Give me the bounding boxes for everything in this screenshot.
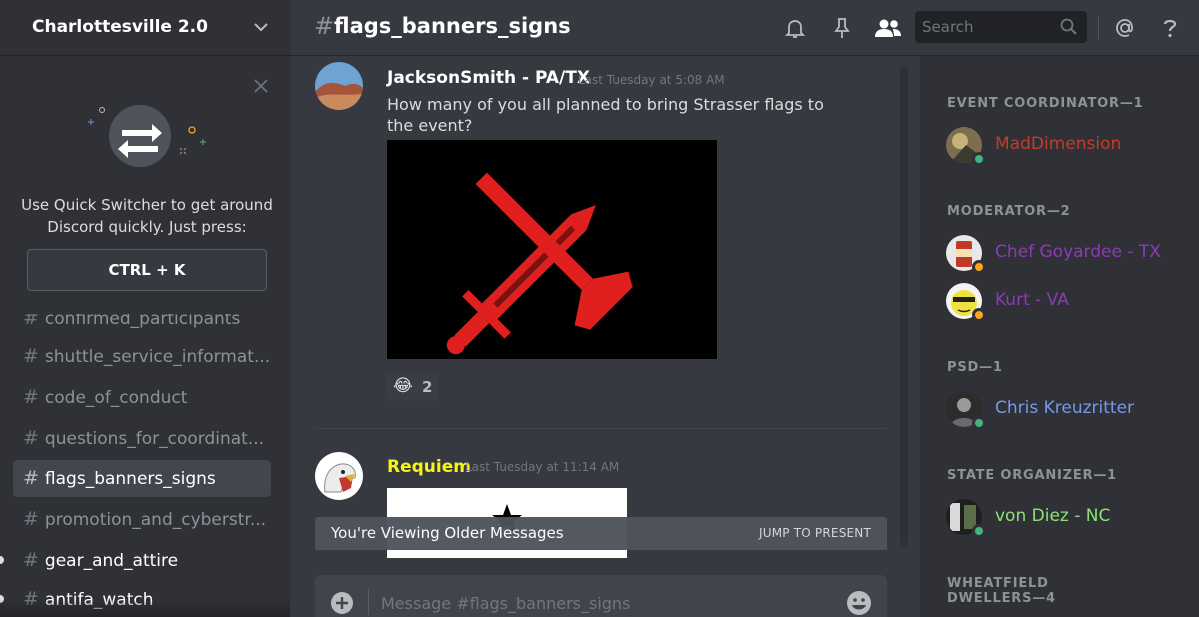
header-divider [1098, 16, 1099, 40]
members-icon[interactable] [873, 16, 903, 40]
channel-label: promotion_and_cyberstr... [44, 510, 267, 530]
member-name: Kurt - VA [995, 290, 1069, 310]
scrollbar[interactable] [900, 66, 908, 546]
server-name: Charlottesville 2.0 [32, 17, 208, 37]
search-placeholder: Search [922, 18, 974, 36]
hash-icon: # [314, 12, 335, 40]
reaction-count: 2 [422, 378, 433, 396]
help-icon[interactable] [1158, 16, 1182, 40]
member-item[interactable]: MadDimension [946, 123, 1196, 167]
role-header: MODERATOR—2 [947, 204, 1071, 219]
member-list: EVENT COORDINATOR—1 MadDimension MODERAT… [920, 56, 1199, 617]
avatar[interactable] [315, 62, 363, 110]
quick-switcher-popup: Use Quick Switcher to get around Discord… [0, 62, 290, 314]
message-text: How many of you all planned to bring Str… [387, 95, 824, 135]
online-status-icon [972, 416, 986, 430]
idle-status-icon [972, 260, 986, 274]
channel-label: flags_banners_signs [44, 469, 216, 489]
member-name: von Diez - NC [995, 506, 1111, 526]
channel-item-flags-banners-signs[interactable]: # flags_banners_signs [13, 460, 271, 497]
message-divider [315, 428, 887, 429]
member-item[interactable]: Kurt - VA [946, 279, 1196, 323]
quick-switcher-illustration [88, 105, 206, 167]
role-header: PSD—1 [947, 360, 1003, 375]
older-messages-banner[interactable]: You're Viewing Older Messages JUMP TO PR… [315, 517, 887, 550]
channel-label: gear_and_attire [44, 551, 179, 571]
member-item[interactable]: Chris Kreuzritter [946, 387, 1196, 431]
unread-indicator [0, 556, 4, 564]
hash-icon: # [23, 467, 39, 489]
channel-header: # flags_banners_signs Search [290, 0, 1199, 56]
idle-status-icon [972, 308, 986, 322]
laughing-emoji-icon: 😂 [393, 376, 413, 396]
online-status-icon [972, 524, 986, 538]
avatar[interactable] [315, 452, 363, 500]
message-timestamp: Last Tuesday at 11:14 AM [465, 460, 620, 474]
hash-icon: # [23, 427, 39, 449]
server-header[interactable]: Charlottesville 2.0 [0, 0, 290, 56]
quick-switcher-shortcut-button[interactable]: CTRL + K [27, 249, 267, 291]
channel-label: code_of_conduct [44, 388, 188, 408]
channel-title: flags_banners_signs [334, 14, 571, 38]
channel-item-gear-and-attire[interactable]: # gear_and_attire [13, 542, 271, 579]
search-input[interactable]: Search [915, 11, 1087, 43]
jump-to-present-button[interactable]: JUMP TO PRESENT [759, 526, 871, 540]
at-icon[interactable] [1113, 16, 1137, 40]
hash-icon: # [23, 549, 39, 571]
message-composer [315, 575, 887, 617]
message-image-attachment[interactable] [387, 140, 717, 359]
sidebar-shadow [0, 600, 290, 617]
role-header: WHEATFIELD DWELLERS—4 [947, 576, 1056, 606]
channel-label: questions_for_coordinat... [44, 429, 265, 449]
add-attachment-icon[interactable] [330, 591, 354, 615]
online-status-icon [972, 152, 986, 166]
member-item[interactable]: von Diez - NC [946, 495, 1196, 539]
hash-icon: # [23, 345, 39, 367]
message-list[interactable]: JacksonSmith - PA/TX Last Tuesday at 5:0… [290, 56, 910, 617]
emoji-icon[interactable] [845, 589, 873, 617]
member-item[interactable]: Chef Goyardee - TX [946, 231, 1196, 275]
search-icon [1060, 18, 1077, 35]
message-author[interactable]: Requiem [387, 457, 471, 477]
role-header: EVENT COORDINATOR—1 [947, 96, 1144, 111]
older-messages-text: You're Viewing Older Messages [331, 524, 564, 542]
channel-label: shuttle_service_informat... [44, 347, 271, 367]
message-timestamp: Last Tuesday at 5:08 AM [578, 73, 725, 87]
close-icon[interactable] [253, 78, 269, 94]
hash-icon: # [23, 508, 39, 530]
composer-divider [368, 589, 369, 615]
pin-icon[interactable] [830, 16, 854, 40]
channel-item-questions[interactable]: # questions_for_coordinat... [13, 420, 271, 457]
message-author[interactable]: JacksonSmith - PA/TX [387, 68, 590, 88]
member-name: MadDimension [995, 134, 1122, 154]
channel-item-code-of-conduct[interactable]: # code_of_conduct [13, 379, 271, 416]
role-header: STATE ORGANIZER—1 [947, 468, 1118, 483]
channel-item-shuttle-service[interactable]: # shuttle_service_informat... [13, 338, 271, 375]
channel-item-promotion[interactable]: # promotion_and_cyberstr... [13, 501, 271, 538]
reaction-button[interactable]: 😂 2 [387, 373, 439, 401]
message-input[interactable] [381, 575, 831, 617]
hash-icon: # [23, 386, 39, 408]
bell-icon[interactable] [783, 16, 807, 40]
member-name: Chef Goyardee - TX [995, 242, 1161, 262]
chevron-down-icon[interactable] [252, 18, 270, 36]
channel-sidebar: Charlottesville 2.0 Use Quick Switcher t… [0, 0, 290, 617]
member-name: Chris Kreuzritter [995, 398, 1135, 418]
quick-switcher-message: Use Quick Switcher to get around Discord… [21, 196, 273, 236]
